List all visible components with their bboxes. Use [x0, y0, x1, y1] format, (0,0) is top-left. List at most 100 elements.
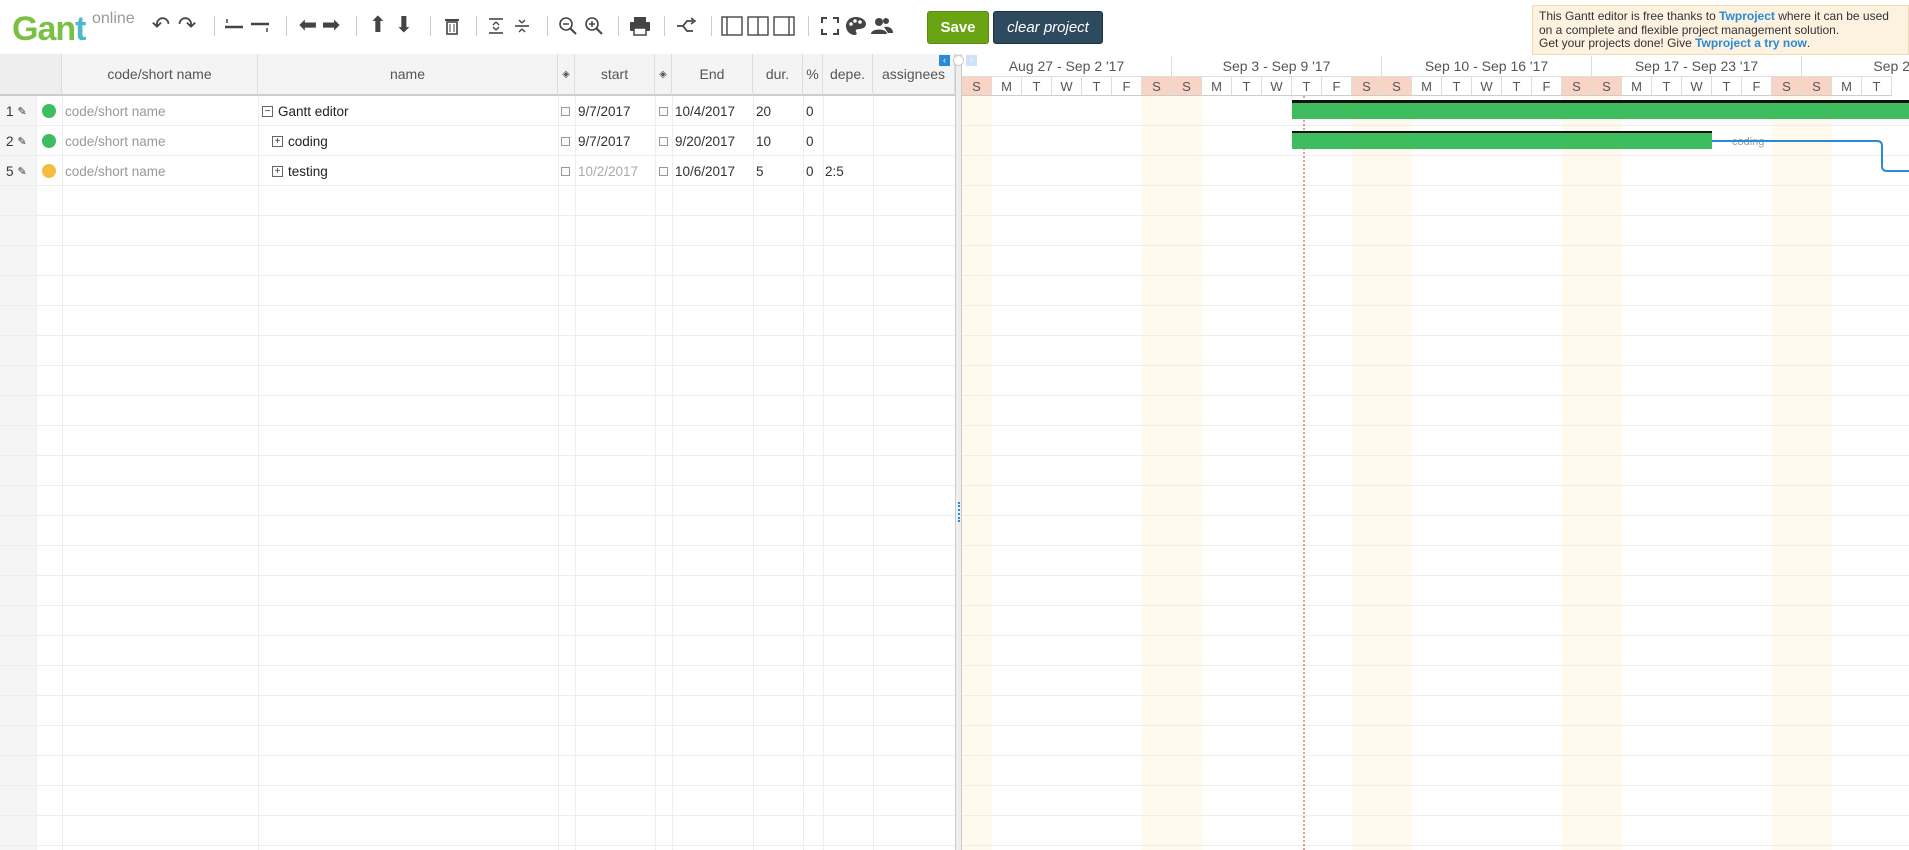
dependency-cell[interactable] [825, 126, 871, 156]
start-milestone-checkbox[interactable] [561, 106, 570, 116]
task-bar-coding[interactable] [1292, 133, 1712, 149]
zoom-out-icon[interactable] [556, 14, 580, 38]
end-cell[interactable]: 10/6/2017 [675, 156, 751, 186]
edit-pencil-icon[interactable]: ✎ [18, 105, 27, 118]
dependency-cell[interactable] [825, 96, 871, 126]
zoom-in-icon[interactable] [582, 14, 606, 38]
start-milestone-checkbox[interactable] [561, 166, 570, 176]
clear-project-button[interactable]: clear project [993, 11, 1103, 44]
collapse-left-icon[interactable]: ‹ [939, 55, 950, 66]
task-name: testing [288, 163, 328, 179]
name-cell[interactable]: + testing [272, 156, 562, 186]
end-milestone-checkbox[interactable] [659, 136, 668, 146]
insert-below-icon[interactable] [248, 14, 272, 38]
logo-accent: t [75, 10, 86, 48]
start-cell[interactable]: 9/7/2017 [578, 96, 654, 126]
header-duration[interactable]: dur. [753, 54, 803, 96]
row-number: 1 [6, 103, 14, 119]
dependency-cell[interactable]: 2:5 [825, 156, 871, 186]
name-cell[interactable]: + coding [272, 126, 562, 156]
header-start[interactable]: start [575, 54, 655, 96]
row-header-corner [0, 54, 62, 96]
layout-both-icon[interactable] [746, 14, 770, 38]
header-end[interactable]: End [672, 54, 753, 96]
critical-path-icon[interactable] [674, 14, 698, 38]
code-cell[interactable]: code/short name [65, 96, 255, 126]
task-name: Gantt editor [278, 103, 349, 119]
twproject-link[interactable]: Twproject [1719, 9, 1775, 23]
logo-main: Gan [12, 10, 76, 48]
promo-text: . [1806, 36, 1811, 50]
end-cell[interactable]: 10/4/2017 [675, 96, 751, 126]
status-dot[interactable] [42, 104, 56, 118]
header-end-milestone[interactable]: ◈ [655, 54, 672, 96]
print-icon[interactable] [628, 14, 652, 38]
start-cell[interactable]: 9/7/2017 [578, 126, 654, 156]
assignees-cell[interactable] [876, 96, 954, 126]
empty-row [0, 756, 955, 786]
progress-cell[interactable]: 0 [806, 156, 822, 186]
duration-cell[interactable]: 10 [756, 126, 802, 156]
empty-row [0, 396, 955, 426]
empty-row [0, 306, 955, 336]
palette-icon[interactable] [844, 14, 868, 38]
redo-icon[interactable]: ↷ [175, 14, 199, 38]
status-dot[interactable] [42, 134, 56, 148]
insert-above-icon[interactable] [222, 14, 246, 38]
empty-row [0, 636, 955, 666]
progress-cell[interactable]: 0 [806, 96, 822, 126]
expand-toggle-icon[interactable]: + [272, 165, 283, 177]
move-down-icon[interactable]: ⬇ [392, 14, 416, 38]
fullscreen-icon[interactable] [818, 14, 842, 38]
promo-banner: This Gantt editor is free thanks to Twpr… [1532, 5, 1909, 55]
end-milestone-checkbox[interactable] [659, 106, 668, 116]
table-row[interactable]: 5 ✎ code/short name + testing 10/2/2017 10/6/2… [0, 156, 955, 186]
save-button[interactable]: Save [927, 11, 989, 44]
edit-pencil-icon[interactable]: ✎ [18, 135, 27, 148]
table-row[interactable]: 1 ✎ code/short name − Gantt editor 9/7/2017 10… [0, 96, 955, 126]
layout-right-icon[interactable] [772, 14, 796, 38]
assignees-cell[interactable] [876, 156, 954, 186]
edit-pencil-icon[interactable]: ✎ [18, 165, 27, 178]
header-name[interactable]: name [258, 54, 558, 96]
end-cell[interactable]: 9/20/2017 [675, 126, 751, 156]
delete-icon[interactable] [440, 14, 464, 38]
panel-splitter[interactable] [955, 54, 962, 850]
move-up-icon[interactable]: ⬆ [366, 14, 390, 38]
empty-row [0, 726, 955, 756]
empty-row [0, 696, 955, 726]
assignees-cell[interactable] [876, 126, 954, 156]
header-progress[interactable]: % [803, 54, 823, 96]
collapse-all-icon[interactable] [510, 14, 534, 38]
duration-cell[interactable]: 20 [756, 96, 802, 126]
task-bar-gantt-editor[interactable] [1292, 103, 1909, 119]
expand-toggle-icon[interactable]: + [272, 135, 283, 147]
undo-icon[interactable]: ↶ [149, 14, 173, 38]
empty-row [0, 516, 955, 546]
code-cell[interactable]: code/short name [65, 126, 255, 156]
start-cell[interactable]: 10/2/2017 [578, 156, 654, 186]
header-dependencies[interactable]: depe. [823, 54, 873, 96]
expand-toggle-icon[interactable]: − [262, 105, 273, 117]
gantt-graphics: coding [1292, 96, 1909, 850]
duration-cell[interactable]: 5 [756, 156, 802, 186]
indent-icon[interactable]: ➡ [319, 14, 343, 38]
resources-icon[interactable] [870, 14, 894, 38]
table-row[interactable]: 2 ✎ code/short name + coding 9/7/2017 9/20/201… [0, 126, 955, 156]
name-cell[interactable]: − Gantt editor [262, 96, 552, 126]
layout-left-icon[interactable] [720, 14, 744, 38]
end-milestone-checkbox[interactable] [659, 166, 668, 176]
outdent-icon[interactable]: ⬅ [296, 14, 320, 38]
task-name: coding [288, 133, 328, 149]
empty-row [0, 786, 955, 816]
progress-cell[interactable]: 0 [806, 126, 822, 156]
empty-row [0, 276, 955, 306]
header-code[interactable]: code/short name [62, 54, 258, 96]
status-dot[interactable] [42, 164, 56, 178]
start-milestone-checkbox[interactable] [561, 136, 570, 146]
empty-row [0, 246, 955, 276]
code-cell[interactable]: code/short name [65, 156, 255, 186]
twproject-try-link[interactable]: Twproject a try now [1695, 36, 1807, 50]
expand-all-icon[interactable] [484, 14, 508, 38]
header-start-milestone[interactable]: ◈ [558, 54, 575, 96]
